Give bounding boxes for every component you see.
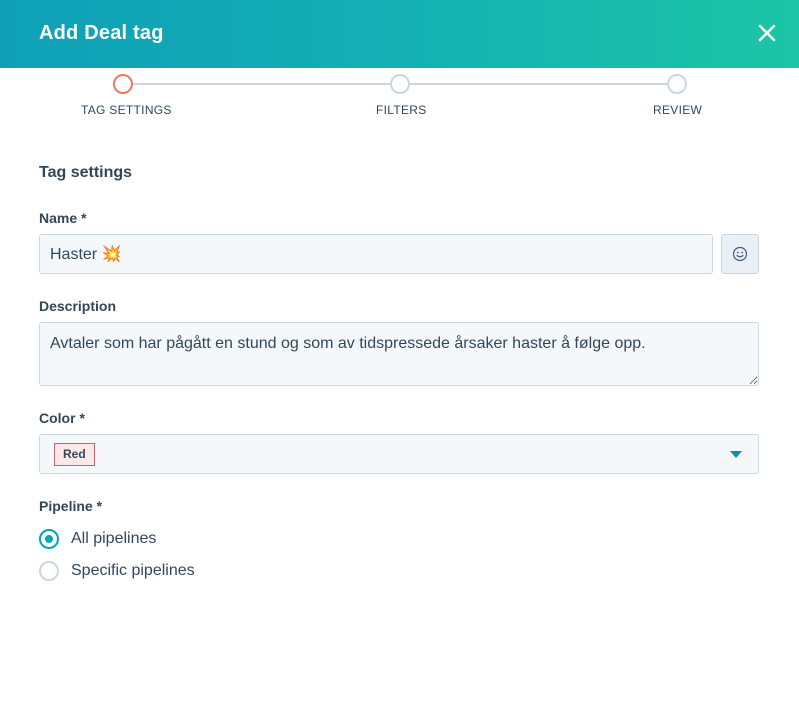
radio-label: Specific pipelines: [71, 562, 195, 579]
radio-button-checked[interactable]: [39, 529, 59, 549]
emoji-picker-button[interactable]: [721, 234, 759, 274]
color-label: Color *: [39, 410, 85, 426]
caret-down-icon: [730, 451, 742, 458]
step-connector: [410, 83, 667, 85]
step-label-tag-settings[interactable]: TAG SETTINGS: [81, 103, 172, 117]
smiley-icon: [732, 246, 748, 262]
radio-label: All pipelines: [71, 530, 157, 547]
description-textarea[interactable]: Avtaler som har pågått en stund og som a…: [39, 322, 759, 386]
step-label-review[interactable]: REVIEW: [653, 103, 702, 117]
pipeline-label: Pipeline *: [39, 498, 103, 514]
color-select[interactable]: Red: [39, 434, 759, 474]
modal-title: Add Deal tag: [39, 22, 164, 44]
step-dot-tag-settings[interactable]: [113, 74, 133, 94]
name-input[interactable]: [39, 234, 713, 274]
radio-button[interactable]: [39, 561, 59, 581]
close-button[interactable]: [753, 19, 781, 47]
progress-stepper: TAG SETTINGS FILTERS REVIEW: [0, 68, 799, 128]
step-dot-review[interactable]: [667, 74, 687, 94]
step-dot-filters[interactable]: [390, 74, 410, 94]
description-label: Description: [39, 298, 117, 314]
step-connector: [133, 83, 390, 85]
section-title: Tag settings: [39, 164, 133, 181]
close-icon: [758, 24, 776, 42]
step-label-filters[interactable]: FILTERS: [376, 103, 427, 117]
radio-all-pipelines[interactable]: All pipelines: [39, 527, 156, 551]
color-badge: Red: [54, 443, 95, 466]
name-label: Name *: [39, 210, 87, 226]
radio-specific-pipelines[interactable]: Specific pipelines: [39, 559, 195, 583]
modal-header: Add Deal tag: [0, 0, 799, 68]
